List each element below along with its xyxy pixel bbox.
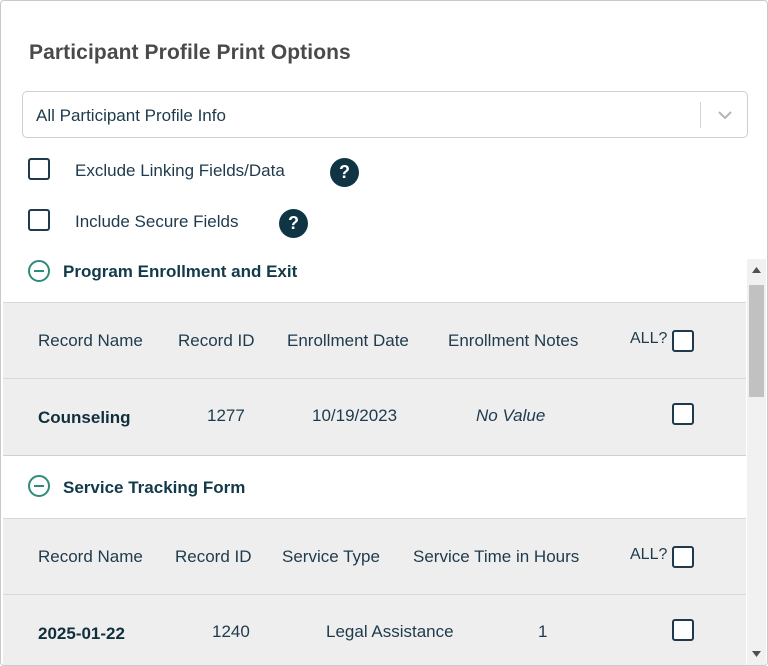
- column-header: Enrollment Notes: [448, 331, 579, 350]
- record-name: Counseling: [38, 408, 131, 427]
- scroll-down-arrow-icon[interactable]: [747, 643, 766, 665]
- profile-info-select[interactable]: All Participant Profile Info: [22, 91, 748, 138]
- table-header-row: Record Name Record ID Service Type Servi…: [3, 518, 746, 595]
- column-header: Enrollment Date: [287, 331, 409, 350]
- section-title: Service Tracking Form: [63, 478, 246, 497]
- collapse-circle-icon[interactable]: [27, 259, 51, 283]
- dialog-title: Participant Profile Print Options: [29, 41, 351, 64]
- help-icon[interactable]: ?: [330, 158, 359, 187]
- exclude-linking-option: Exclude Linking Fields/Data ?: [28, 158, 368, 187]
- include-secure-checkbox[interactable]: [28, 209, 50, 231]
- enrollment-notes: No Value: [476, 406, 546, 425]
- record-name: 2025-01-22: [38, 624, 125, 643]
- column-header: Service Type: [282, 547, 380, 566]
- table-header-row: Record Name Record ID Enrollment Date En…: [3, 302, 746, 379]
- chevron-down-icon[interactable]: [715, 105, 735, 125]
- row-checkbox[interactable]: [672, 619, 694, 641]
- include-secure-label: Include Secure Fields: [75, 212, 239, 231]
- scrollbar-thumb[interactable]: [749, 285, 764, 397]
- table-row: Counseling 1277 10/19/2023 No Value: [3, 379, 746, 456]
- service-hours: 1: [538, 622, 548, 641]
- service-type: Legal Assistance: [326, 622, 454, 641]
- enrollment-date: 10/19/2023: [312, 406, 398, 425]
- column-header: Record ID: [178, 331, 255, 350]
- exclude-linking-label: Exclude Linking Fields/Data: [75, 161, 285, 180]
- column-header: Record Name: [38, 547, 143, 566]
- exclude-linking-checkbox[interactable]: [28, 158, 50, 180]
- section-header-enrollment[interactable]: Program Enrollment and Exit: [3, 256, 746, 302]
- select-value: All Participant Profile Info: [36, 106, 226, 125]
- section-header-service[interactable]: Service Tracking Form: [3, 456, 746, 518]
- select-all-checkbox[interactable]: [672, 546, 694, 568]
- vertical-scrollbar[interactable]: [747, 259, 766, 665]
- select-all-checkbox[interactable]: [672, 330, 694, 352]
- table-row: 2025-01-22 1240 Legal Assistance 1: [3, 595, 746, 665]
- column-header: Service Time in Hours: [413, 547, 580, 566]
- include-secure-option: Include Secure Fields ?: [28, 209, 318, 238]
- record-id: 1277: [207, 406, 245, 425]
- row-checkbox[interactable]: [672, 403, 694, 425]
- record-id: 1240: [212, 622, 250, 641]
- select-all-label: ALL?: [630, 546, 668, 563]
- select-separator: [700, 102, 701, 128]
- column-header: Record ID: [175, 547, 252, 566]
- print-options-dialog: Participant Profile Print Options All Pa…: [0, 0, 768, 666]
- column-header: Record Name: [38, 331, 143, 350]
- section-title: Program Enrollment and Exit: [63, 262, 298, 281]
- sections-scroll-area[interactable]: Program Enrollment and Exit Record Name …: [3, 256, 746, 665]
- help-icon[interactable]: ?: [279, 209, 308, 238]
- select-all-label: ALL?: [630, 330, 668, 347]
- scroll-up-arrow-icon[interactable]: [747, 259, 766, 281]
- collapse-circle-icon[interactable]: [27, 474, 51, 498]
